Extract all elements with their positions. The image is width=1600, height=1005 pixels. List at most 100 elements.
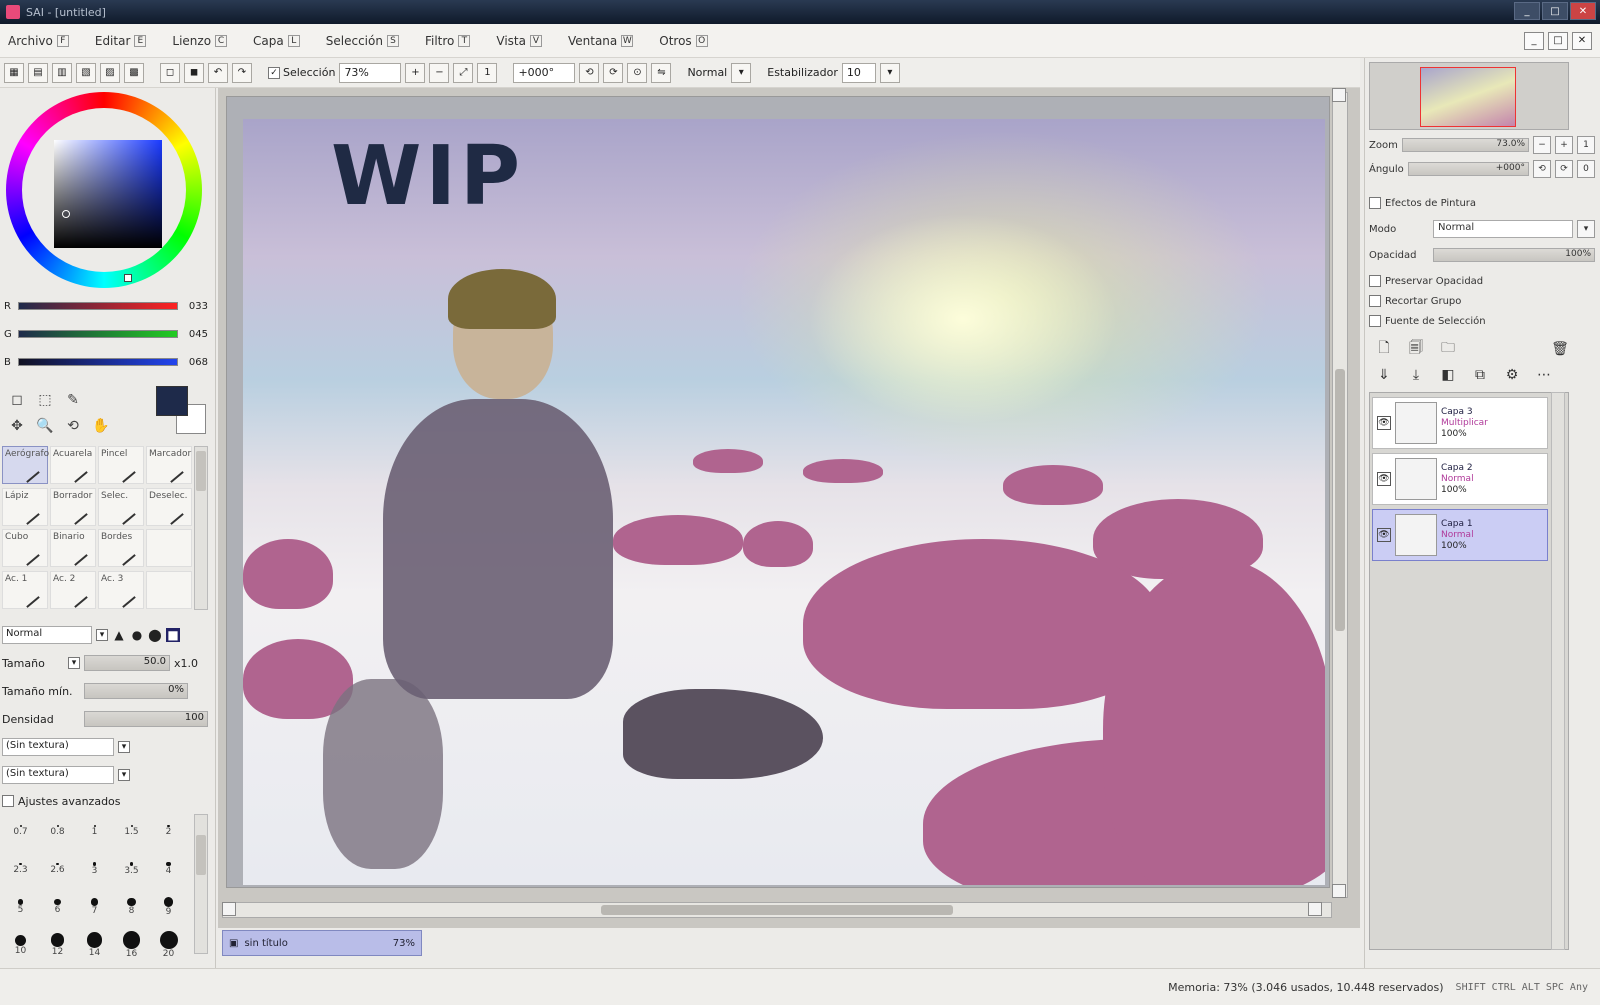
brush-size-preset[interactable]: 4 (150, 852, 187, 886)
brush-size-preset[interactable]: 20 (150, 928, 187, 962)
brush-slot[interactable]: Ac. 2 (50, 570, 96, 609)
brush-size-preset[interactable]: 2.3 (2, 852, 39, 886)
brush-mode-dropdown-icon[interactable]: ▾ (96, 629, 108, 641)
layer-props-icon[interactable]: ⚙ (1501, 364, 1523, 386)
brush-size-preset[interactable]: 14 (76, 928, 113, 962)
green-slider-row[interactable]: G 045 (4, 324, 210, 344)
new-folder-icon[interactable]: 🗀 (1437, 338, 1459, 360)
brush-slot[interactable]: Selec. (98, 487, 144, 526)
brush-slot[interactable]: Marcador (146, 446, 192, 484)
brush-size-preset[interactable]: 1.5 (113, 814, 150, 848)
preserve-opacity-checkbox[interactable] (1369, 275, 1381, 287)
canvas-corner-bottom-button[interactable] (1332, 884, 1346, 898)
zoom-icon[interactable]: 🔍 (32, 414, 58, 438)
brush-size-preset[interactable]: 5 (2, 890, 39, 924)
undo-icon[interactable]: ↶ (208, 62, 228, 83)
canvas-vertical-scrollbar[interactable] (1332, 92, 1348, 898)
nav-zoom-out-icon[interactable]: − (1533, 136, 1551, 154)
clipping-group-checkbox[interactable] (1369, 295, 1381, 307)
panel-toggle-3-icon[interactable]: ▥ (52, 62, 72, 83)
color-wheel[interactable] (6, 92, 202, 288)
maximize-button[interactable]: □ (1542, 2, 1568, 20)
zoom-in-icon[interactable]: + (405, 62, 426, 83)
nav-zoom-reset-icon[interactable]: 1 (1577, 136, 1595, 154)
brush-slot[interactable]: Deselec. (146, 487, 192, 526)
menu-vista[interactable]: Vista V (496, 34, 542, 48)
red-slider-row[interactable]: R 033 (4, 296, 210, 316)
panel-toggle-6-icon[interactable]: ▩ (124, 62, 144, 83)
mdi-minimize-button[interactable]: _ (1524, 31, 1544, 50)
layer-visibility-icon[interactable]: 👁 (1377, 528, 1391, 542)
rotation-field[interactable]: +000° (513, 62, 576, 83)
brush-shape-4-icon[interactable]: ■ (166, 628, 180, 642)
brush-size-preset[interactable]: 10 (2, 928, 39, 962)
document-tab[interactable]: ▣ sin título 73% (222, 930, 422, 956)
menu-lienzo[interactable]: Lienzo C (172, 34, 228, 48)
brush-shape-3-icon[interactable]: ⬤ (148, 628, 162, 642)
rotate-reset-icon[interactable]: ⊙ (627, 62, 648, 83)
selection-source-row[interactable]: Fuente de Selección (1369, 310, 1595, 332)
layer-opacity-slider[interactable]: 100% (1433, 248, 1595, 262)
size-multiplier-icon[interactable]: ▾ (68, 657, 80, 669)
nav-rotate-reset-icon[interactable]: 0 (1577, 160, 1595, 178)
texture2-select[interactable]: (Sin textura) (2, 766, 114, 784)
brush-size-preset[interactable]: 8 (113, 890, 150, 924)
texture1-select[interactable]: (Sin textura) (2, 738, 114, 756)
layer-row[interactable]: 👁 Capa 1 Normal 100% (1372, 509, 1548, 561)
canvas-corner-left-button[interactable] (222, 902, 236, 916)
lasso-select-icon[interactable]: ⬚ (32, 388, 58, 412)
clear-layer-icon[interactable]: ◧ (1437, 364, 1459, 386)
panel-toggle-1-icon[interactable]: ▦ (4, 62, 24, 83)
foreground-color-swatch[interactable] (156, 386, 188, 416)
brush-slot[interactable]: Ac. 3 (98, 570, 144, 609)
nav-angle-slider[interactable]: +000° (1407, 162, 1529, 176)
zoom-out-icon[interactable]: − (429, 62, 450, 83)
selection-toggle[interactable]: ✓ Selección (268, 66, 335, 79)
brush-slot[interactable]: Bordes (98, 529, 144, 567)
blend-dropdown-icon[interactable]: ▾ (731, 62, 752, 83)
blue-slider[interactable] (18, 358, 178, 366)
canvas-corner-right-button[interactable] (1308, 902, 1322, 916)
menu-archivo[interactable]: Archivo F (8, 34, 69, 48)
brush-shape-2-icon[interactable]: ● (130, 628, 144, 642)
layer-row[interactable]: 👁 Capa 2 Normal 100% (1372, 453, 1548, 505)
texture1-dropdown-icon[interactable]: ▾ (118, 741, 130, 753)
zoom-fit-icon[interactable]: ⤢ (453, 62, 474, 83)
saturation-value-square[interactable] (54, 140, 162, 248)
rotate-icon[interactable]: ⟲ (60, 414, 86, 438)
layer-visibility-icon[interactable]: 👁 (1377, 472, 1391, 486)
brush-slot[interactable]: Ac. 1 (2, 570, 48, 609)
stabilizer-field[interactable]: 10 (841, 62, 876, 83)
navigator-thumbnail[interactable] (1420, 67, 1516, 127)
size-scrollbar[interactable] (194, 814, 208, 954)
mdi-close-button[interactable]: ✕ (1572, 31, 1592, 50)
mdi-restore-button[interactable]: □ (1548, 31, 1568, 50)
stabilizer-dropdown-icon[interactable]: ▾ (879, 62, 900, 83)
layer-visibility-icon[interactable]: 👁 (1377, 416, 1391, 430)
density-slider[interactable]: 100 (84, 711, 208, 727)
merge-down-icon[interactable]: ⤓ (1405, 364, 1427, 386)
brush-scrollbar[interactable] (194, 446, 208, 610)
brush-slot[interactable]: Aerógrafo (2, 446, 49, 484)
blue-slider-row[interactable]: B 068 (4, 352, 210, 372)
rotate-right-icon[interactable]: ⟳ (603, 62, 624, 83)
brush-slot[interactable]: Borrador (50, 487, 96, 526)
brush-slot[interactable]: Binario (50, 529, 96, 567)
brush-size-preset[interactable]: 6 (39, 890, 76, 924)
hue-marker[interactable] (124, 274, 132, 282)
menu-capa[interactable]: Capa L (253, 34, 300, 48)
brush-size-preset[interactable]: 7 (76, 890, 113, 924)
minimize-button[interactable]: _ (1514, 2, 1540, 20)
layer-row[interactable]: 👁 Capa 3 Multiplicar 100% (1372, 397, 1548, 449)
layer-extra-icon[interactable]: ⋯ (1533, 364, 1555, 386)
brush-size-slider[interactable]: 50.0 (84, 655, 170, 671)
navigator-panel[interactable] (1369, 62, 1569, 130)
green-slider[interactable] (18, 330, 178, 338)
brush-size-preset[interactable]: 3 (76, 852, 113, 886)
min-size-slider[interactable]: 0% (84, 683, 188, 699)
brush-slot[interactable] (146, 529, 192, 567)
nav-rotate-right-icon[interactable]: ⟳ (1555, 160, 1573, 178)
panel-toggle-4-icon[interactable]: ▧ (76, 62, 96, 83)
brush-size-preset[interactable]: 2.6 (39, 852, 76, 886)
advanced-settings-checkbox[interactable] (2, 795, 14, 807)
